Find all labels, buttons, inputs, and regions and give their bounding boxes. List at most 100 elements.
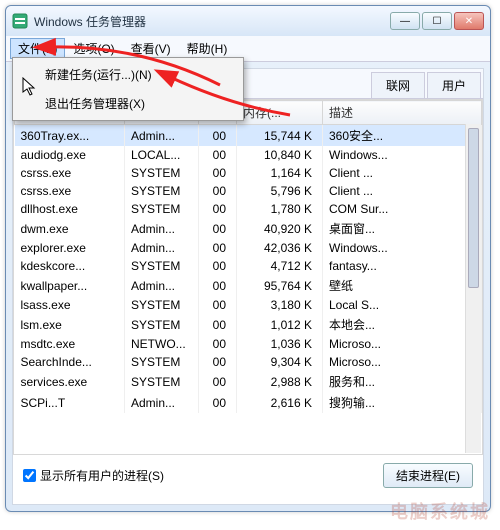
cell-mem: 1,164 K [237, 164, 323, 182]
table-row[interactable]: csrss.exeSYSTEM001,164 KClient ... [15, 164, 482, 182]
app-icon [12, 13, 28, 29]
cell-cpu: 00 [199, 275, 237, 296]
table-row[interactable]: dllhost.exeSYSTEM001,780 KCOM Sur... [15, 200, 482, 218]
cell-desc: 本地会... [323, 314, 482, 335]
end-process-button[interactable]: 结束进程(E) [383, 463, 473, 488]
cell-desc: 桌面窗... [323, 218, 482, 239]
cell-mem: 1,780 K [237, 200, 323, 218]
tab-users[interactable]: 用户 [427, 72, 481, 98]
cell-cpu: 00 [199, 314, 237, 335]
cell-mem: 3,180 K [237, 296, 323, 314]
cell-cpu: 00 [199, 146, 237, 164]
cell-desc: fantasy... [323, 257, 482, 275]
cell-user: Admin... [125, 392, 199, 413]
table-row[interactable]: SCPi...TAdmin...002,616 K搜狗输... [15, 392, 482, 413]
cell-desc: Local S... [323, 296, 482, 314]
minimize-button[interactable]: — [390, 12, 420, 30]
cell-desc: Windows... [323, 239, 482, 257]
cell-mem: 2,616 K [237, 392, 323, 413]
cell-mem: 15,744 K [237, 125, 323, 147]
close-button[interactable]: ✕ [454, 12, 484, 30]
menu-file[interactable]: 文件(F) [10, 38, 65, 59]
cell-user: SYSTEM [125, 371, 199, 392]
col-description[interactable]: 描述 [323, 101, 482, 125]
footer: 显示所有用户的进程(S) 结束进程(E) [13, 455, 483, 494]
table-row[interactable]: SearchInde...SYSTEM009,304 KMicroso... [15, 353, 482, 371]
cell-mem: 42,036 K [237, 239, 323, 257]
cell-cpu: 00 [199, 200, 237, 218]
table-row[interactable]: kdeskcore...SYSTEM004,712 Kfantasy... [15, 257, 482, 275]
table-row[interactable]: lsm.exeSYSTEM001,012 K本地会... [15, 314, 482, 335]
cell-desc: 搜狗输... [323, 392, 482, 413]
cell-user: SYSTEM [125, 182, 199, 200]
table-row[interactable]: explorer.exeAdmin...0042,036 KWindows... [15, 239, 482, 257]
cell-mem: 9,304 K [237, 353, 323, 371]
cell-name: msdtc.exe [15, 335, 125, 353]
table-row[interactable]: lsass.exeSYSTEM003,180 KLocal S... [15, 296, 482, 314]
table-row[interactable]: 360Tray.ex...Admin...0015,744 K360安全... [15, 125, 482, 147]
cell-name: csrss.exe [15, 182, 125, 200]
cell-cpu: 00 [199, 239, 237, 257]
menu-item-exit[interactable]: 退出任务管理器(X) [15, 89, 241, 118]
maximize-button[interactable]: ☐ [422, 12, 452, 30]
cell-cpu: 00 [199, 164, 237, 182]
show-all-users-checkbox[interactable] [23, 469, 36, 482]
window-title: Windows 任务管理器 [34, 13, 390, 30]
cell-user: SYSTEM [125, 314, 199, 335]
cell-user: Admin... [125, 275, 199, 296]
titlebar[interactable]: Windows 任务管理器 — ☐ ✕ [6, 6, 490, 36]
cell-cpu: 00 [199, 125, 237, 147]
cell-mem: 1,012 K [237, 314, 323, 335]
cell-name: lsass.exe [15, 296, 125, 314]
table-row[interactable]: csrss.exeSYSTEM005,796 KClient ... [15, 182, 482, 200]
table-row[interactable]: audiodg.exeLOCAL...0010,840 KWindows... [15, 146, 482, 164]
process-table: 映像名称 用户… CPU 内存(... 描述 360Tray.ex...Admi… [14, 100, 482, 413]
menu-options[interactable]: 选项(O) [65, 38, 122, 59]
vertical-scrollbar[interactable] [465, 124, 481, 453]
menu-item-new-task[interactable]: 新建任务(运行...)(N) [15, 60, 241, 89]
cell-cpu: 00 [199, 371, 237, 392]
cell-desc: Client ... [323, 164, 482, 182]
cell-desc: Microso... [323, 353, 482, 371]
cell-name: csrss.exe [15, 164, 125, 182]
cell-name: 360Tray.ex... [15, 125, 125, 147]
cell-user: NETWO... [125, 335, 199, 353]
table-row[interactable]: services.exeSYSTEM002,988 K服务和... [15, 371, 482, 392]
cell-mem: 4,712 K [237, 257, 323, 275]
cell-name: kdeskcore... [15, 257, 125, 275]
cell-desc: 服务和... [323, 371, 482, 392]
tab-networking[interactable]: 联网 [371, 72, 425, 98]
cell-desc: COM Sur... [323, 200, 482, 218]
cursor-icon [22, 77, 38, 102]
cell-desc: Client ... [323, 182, 482, 200]
menu-view[interactable]: 查看(V) [123, 38, 179, 59]
cell-cpu: 00 [199, 392, 237, 413]
cell-name: lsm.exe [15, 314, 125, 335]
cell-name: dllhost.exe [15, 200, 125, 218]
cell-name: explorer.exe [15, 239, 125, 257]
table-row[interactable]: kwallpaper...Admin...0095,764 K壁纸 [15, 275, 482, 296]
table-row[interactable]: dwm.exeAdmin...0040,920 K桌面窗... [15, 218, 482, 239]
cell-name: audiodg.exe [15, 146, 125, 164]
cell-mem: 2,988 K [237, 371, 323, 392]
cell-user: SYSTEM [125, 257, 199, 275]
col-memory[interactable]: 内存(... [237, 101, 323, 125]
scroll-thumb[interactable] [468, 128, 479, 288]
client-area: 联网 用户 映像名称 用户… CPU 内存(... 描述 360Tray.ex.… [12, 68, 484, 505]
cell-user: Admin... [125, 218, 199, 239]
cell-user: LOCAL... [125, 146, 199, 164]
cell-cpu: 00 [199, 257, 237, 275]
cell-user: SYSTEM [125, 164, 199, 182]
cell-desc: Microso... [323, 335, 482, 353]
cell-mem: 1,036 K [237, 335, 323, 353]
cell-name: SCPi...T [15, 392, 125, 413]
table-row[interactable]: msdtc.exeNETWO...001,036 KMicroso... [15, 335, 482, 353]
menu-help[interactable]: 帮助(H) [179, 38, 236, 59]
cell-cpu: 00 [199, 353, 237, 371]
process-table-container: 映像名称 用户… CPU 内存(... 描述 360Tray.ex...Admi… [13, 99, 483, 455]
cell-name: services.exe [15, 371, 125, 392]
cell-user: Admin... [125, 239, 199, 257]
cell-mem: 95,764 K [237, 275, 323, 296]
cell-cpu: 00 [199, 335, 237, 353]
cell-name: SearchInde... [15, 353, 125, 371]
